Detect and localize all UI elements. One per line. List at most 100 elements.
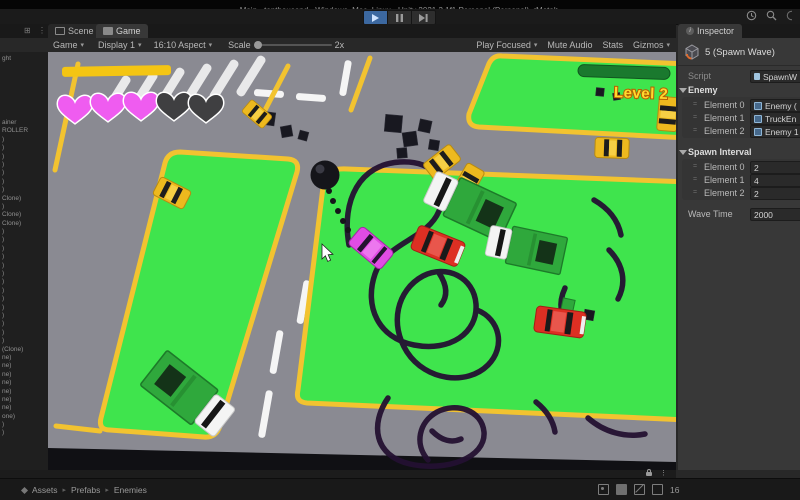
grid-icon[interactable]: ⊞	[24, 27, 31, 35]
element-row[interactable]: = Element 1 4	[678, 174, 800, 186]
tab-inspector[interactable]: i Inspector	[678, 24, 742, 38]
hierarchy-item[interactable]: )	[0, 144, 48, 152]
hierarchy-item[interactable]: (Clone)	[0, 346, 48, 354]
drag-handle-icon[interactable]: =	[693, 99, 697, 111]
hierarchy-item[interactable]: )	[0, 153, 48, 161]
element-row[interactable]: = Element 1 TruckEn	[678, 112, 800, 124]
pause-button[interactable]	[388, 10, 412, 25]
hierarchy-item[interactable]: Clone)	[0, 195, 48, 203]
number-field[interactable]: 2	[750, 187, 800, 200]
edit-icon[interactable]	[634, 484, 645, 495]
wave-time-field[interactable]: 2000	[750, 208, 800, 221]
element-row[interactable]: = Element 0 2	[678, 161, 800, 173]
step-button[interactable]	[412, 10, 436, 25]
element-row[interactable]: = Element 2 Enemy 1	[678, 125, 800, 137]
game-viewport[interactable]: Level 2	[48, 52, 676, 470]
drag-handle-icon[interactable]: =	[693, 112, 697, 124]
hierarchy-item[interactable]: )	[0, 320, 48, 328]
drag-handle-icon[interactable]: =	[693, 187, 697, 199]
kebab-menu-icon[interactable]: ⋮	[660, 471, 667, 477]
hierarchy-item[interactable]: Clone)	[0, 211, 48, 219]
number-field[interactable]: 2	[750, 161, 800, 174]
hierarchy-item[interactable]: one)	[0, 413, 48, 421]
stats-button[interactable]: Stats	[602, 40, 623, 50]
hierarchy-item[interactable]: )	[0, 186, 48, 194]
play-button[interactable]	[363, 10, 388, 25]
hierarchy-item[interactable]: ne)	[0, 388, 48, 396]
scale-slider-knob[interactable]	[254, 41, 262, 49]
hierarchy-item[interactable]: ne)	[0, 362, 48, 370]
element-row[interactable]: = Element 0 Enemy (	[678, 99, 800, 111]
hierarchy-item[interactable]: )	[0, 136, 48, 144]
drag-handle-icon[interactable]: =	[693, 161, 697, 173]
section-spawn-interval[interactable]: Spawn Interval	[678, 146, 800, 158]
hierarchy-item[interactable]: )	[0, 337, 48, 345]
hierarchy-item[interactable]: )	[0, 270, 48, 278]
hierarchy-item[interactable]: )	[0, 161, 48, 169]
display-mode-popup[interactable]: Game▾	[53, 40, 84, 50]
project-bar-icons: 16	[598, 484, 679, 495]
hierarchy-item[interactable]: ne)	[0, 379, 48, 387]
grid-icon[interactable]	[652, 484, 663, 495]
hierarchy-item[interactable]: ne)	[0, 371, 48, 379]
play-focused-popup[interactable]: Play Focused▾	[476, 40, 537, 50]
hierarchy-item[interactable]: )	[0, 262, 48, 270]
tab-game[interactable]: Game	[96, 24, 148, 38]
breadcrumb-item[interactable]: Enemies	[114, 485, 147, 495]
hierarchy-item[interactable]: )	[0, 169, 48, 177]
favorite-icon[interactable]	[21, 486, 28, 493]
hierarchy-item[interactable]: Clone)	[0, 220, 48, 228]
drag-handle-icon[interactable]: =	[693, 125, 697, 137]
display-target-popup[interactable]: Display 1▾	[98, 40, 142, 50]
more-icon[interactable]: ⋮	[38, 27, 46, 35]
hierarchy-item[interactable]: ne)	[0, 354, 48, 362]
hierarchy-item[interactable]: )	[0, 429, 48, 437]
hierarchy-item[interactable]: ght	[0, 55, 48, 63]
element-row[interactable]: = Element 2 2	[678, 187, 800, 199]
tab-scene-label: Scene	[68, 26, 94, 36]
hierarchy-item[interactable]: )	[0, 203, 48, 211]
search-icon[interactable]	[766, 10, 777, 21]
hierarchy-item[interactable]: ainer	[0, 119, 48, 127]
package-icon[interactable]	[616, 484, 627, 495]
hierarchy-item[interactable]: )	[0, 236, 48, 244]
object-field[interactable]: Enemy (	[750, 99, 800, 112]
section-enemy[interactable]: Enemy	[678, 84, 800, 96]
hierarchy-item[interactable]: )	[0, 304, 48, 312]
image-icon[interactable]	[598, 484, 609, 495]
object-field[interactable]: TruckEn	[750, 112, 800, 125]
hierarchy-item[interactable]: )	[0, 278, 48, 286]
hierarchy-item[interactable]: ne)	[0, 404, 48, 412]
hierarchy-item[interactable]: )	[0, 312, 48, 320]
hierarchy-item[interactable]: ROLLER	[0, 127, 48, 135]
hierarchy-item[interactable]: )	[0, 245, 48, 253]
hierarchy-item[interactable]: )	[0, 295, 48, 303]
mute-audio-button[interactable]: Mute Audio	[547, 40, 592, 50]
breadcrumb: Assets ▸ Prefabs ▸ Enemies	[22, 485, 147, 495]
tab-scene[interactable]: Scene	[48, 24, 101, 38]
object-field[interactable]: Enemy 1	[750, 125, 800, 138]
play-controls	[363, 10, 436, 25]
script-field[interactable]: SpawnW	[750, 70, 800, 83]
prefab-cube-icon	[754, 115, 762, 123]
unity-editor-window: Main - tenthousand - Windows, Mac, Linux…	[0, 0, 800, 500]
lock-icon[interactable]	[646, 472, 652, 476]
number-field[interactable]: 4	[750, 174, 800, 187]
hierarchy-item[interactable]: )	[0, 287, 48, 295]
hierarchy-item[interactable]: )	[0, 228, 48, 236]
hierarchy-item[interactable]: )	[0, 421, 48, 429]
history-icon[interactable]	[746, 10, 757, 21]
account-icon[interactable]	[786, 10, 792, 21]
gizmos-popup[interactable]: Gizmos▾	[633, 40, 670, 50]
breadcrumb-item[interactable]: Assets	[32, 485, 58, 495]
hierarchy-item[interactable]: )	[0, 329, 48, 337]
breadcrumb-item[interactable]: Prefabs	[71, 485, 100, 495]
scale-slider[interactable]	[254, 44, 332, 46]
drag-handle-icon[interactable]: =	[693, 174, 697, 186]
scale-value: 2x	[335, 40, 345, 50]
hierarchy-item[interactable]: )	[0, 178, 48, 186]
hierarchy-item[interactable]: ne)	[0, 396, 48, 404]
hierarchy-item[interactable]: )	[0, 253, 48, 261]
aspect-ratio-popup[interactable]: 16:10 Aspect▾	[154, 40, 213, 50]
scale-label: Scale	[228, 40, 251, 50]
